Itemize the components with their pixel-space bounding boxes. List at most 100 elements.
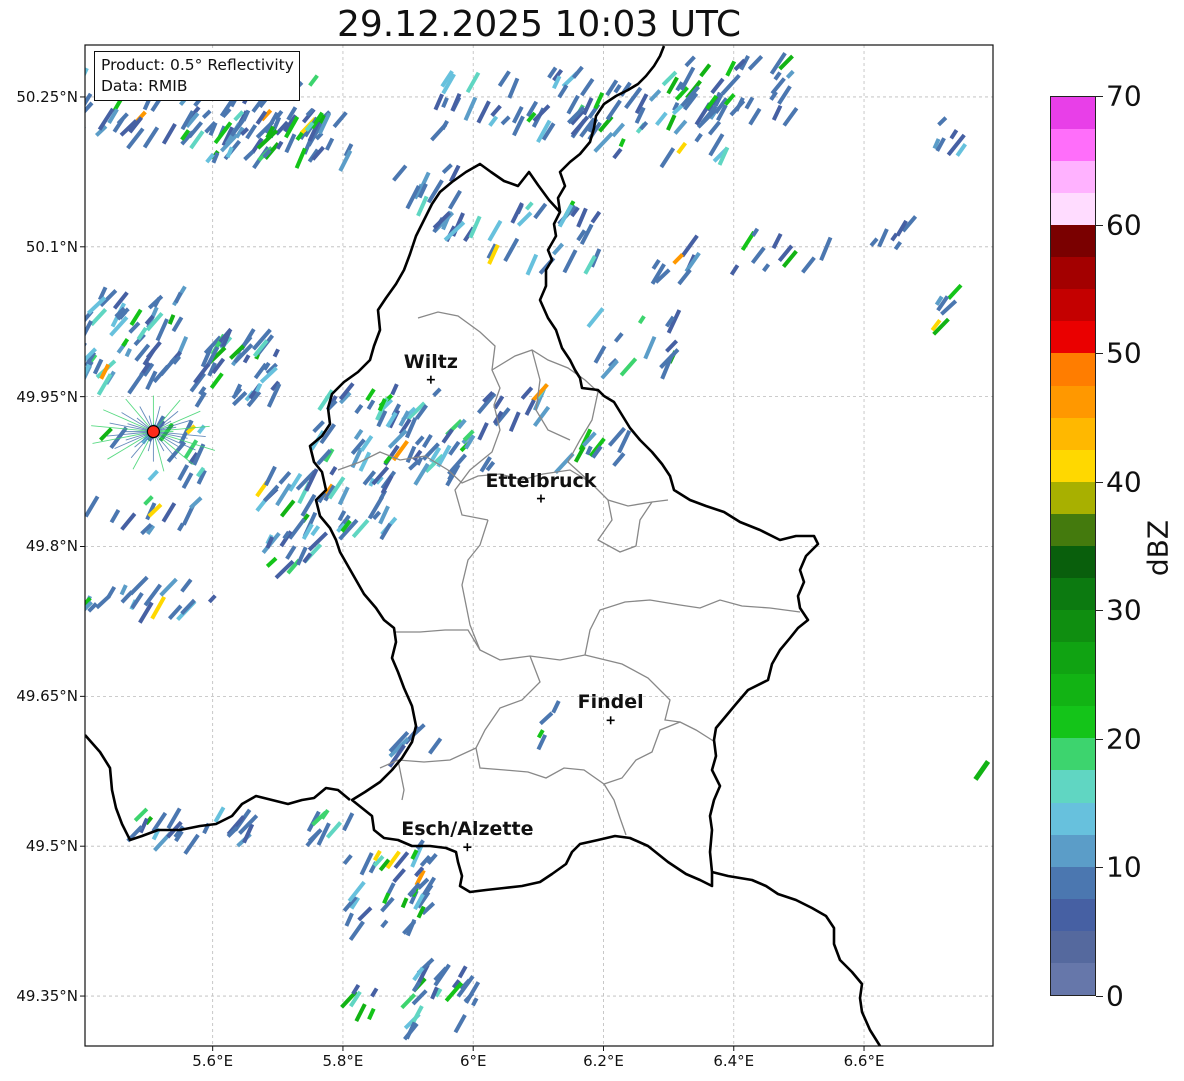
colorbar-segment <box>1051 513 1095 546</box>
colorbar-tick-label: 70 <box>1106 79 1142 113</box>
colorbar-segment <box>1051 930 1095 963</box>
echo-cell <box>893 240 902 251</box>
echo-cell <box>648 89 662 102</box>
echo-cell <box>342 854 353 866</box>
echo-cell <box>392 868 406 883</box>
echo-cell <box>477 422 489 441</box>
colorbar-segment <box>1051 962 1095 995</box>
colorbar-segment <box>1051 610 1095 643</box>
echo-cell <box>366 399 376 411</box>
echo-cell <box>70 287 79 299</box>
echo-cell <box>769 90 778 101</box>
echo-cell <box>405 445 417 464</box>
echo-cell <box>676 141 688 155</box>
echo-cell <box>571 65 584 79</box>
lat-tick-label: 49.95°N <box>16 387 78 406</box>
echo-cell <box>593 345 607 364</box>
echo-cell <box>729 264 740 276</box>
echo-cell <box>201 109 212 120</box>
colorbar-segment <box>1051 160 1095 194</box>
echo-cell <box>707 120 722 136</box>
echo-cell <box>56 132 74 151</box>
echo-cell <box>655 111 668 127</box>
canton-border-capellen <box>395 629 481 651</box>
echo-cell <box>379 522 392 541</box>
echo-cell <box>278 471 292 485</box>
echo-cell <box>773 71 782 81</box>
colorbar-tick-label: 0 <box>1106 979 1124 1013</box>
colorbar-segment <box>1051 96 1095 129</box>
echo-cell <box>159 577 178 597</box>
radar-map <box>56 44 994 1051</box>
echo-cell <box>539 711 554 726</box>
echo-cell <box>552 242 565 256</box>
echo-cell <box>877 228 889 248</box>
colorbar-tick <box>1096 738 1103 740</box>
echo-cell <box>155 318 169 342</box>
echo-cell <box>207 594 217 604</box>
echo-cell <box>428 737 443 755</box>
echo-cell <box>524 201 534 211</box>
lon-tick-label: 6.4°E <box>713 1052 755 1070</box>
echo-cell <box>264 465 277 487</box>
echo-cell <box>748 107 762 126</box>
echo-cell <box>973 760 991 781</box>
echo-cell <box>659 147 676 169</box>
echo-cell <box>365 388 376 402</box>
echo-cell <box>562 249 578 274</box>
echo-cell <box>747 54 764 71</box>
colorbar-tick <box>1096 481 1103 483</box>
city-label: Findel <box>577 691 644 714</box>
colorbar-segment <box>1051 449 1095 482</box>
echo-cell <box>209 372 224 390</box>
lat-tick-label: 49.35°N <box>16 987 78 1006</box>
echo-cell <box>525 253 539 276</box>
echo-cell <box>487 219 503 242</box>
echo-cell <box>147 469 159 482</box>
echo-cell <box>99 427 113 442</box>
echo-cell <box>167 314 176 325</box>
echo-cell <box>367 1007 376 1021</box>
echo-cell <box>819 236 833 262</box>
colorbar-segment <box>1051 834 1095 867</box>
colorbar-tick-label: 30 <box>1106 593 1142 627</box>
echo-cell <box>400 897 409 909</box>
echo-cell <box>159 356 177 377</box>
echo-cell <box>392 164 408 182</box>
colorbar-segment <box>1051 128 1095 161</box>
city-label: Ettelbruck <box>485 469 597 492</box>
canton-border-grevenmacher <box>597 499 653 553</box>
echo-cell <box>124 347 132 358</box>
colorbar-tick-label: 50 <box>1106 336 1142 370</box>
colorbar-segment <box>1051 417 1095 450</box>
echo-cell <box>342 812 355 832</box>
echo-cell <box>618 138 626 148</box>
echo-cell <box>580 78 595 97</box>
echo-cell <box>684 55 696 68</box>
colorbar-tick <box>1096 353 1103 355</box>
echo-cell <box>127 371 145 395</box>
echo-cell <box>586 307 605 328</box>
echo-cell <box>62 359 79 383</box>
echo-cell <box>672 253 684 265</box>
lat-tick-label: 50.25°N <box>16 87 78 106</box>
echo-cell <box>348 920 365 941</box>
echo-cell <box>183 833 200 855</box>
echo-cell <box>106 585 117 599</box>
echo-cell <box>441 428 454 444</box>
germany-france-border <box>711 870 882 1046</box>
echo-cell <box>243 149 255 161</box>
echo-cell <box>869 237 879 247</box>
map-title: 29.12.2025 10:03 UTC <box>336 4 742 45</box>
echo-cell <box>337 486 350 506</box>
colorbar-tick <box>1096 610 1103 612</box>
echo-cell <box>679 66 696 91</box>
echo-cell <box>161 502 177 523</box>
colorbar-segment <box>1051 866 1095 899</box>
echo-cell <box>390 383 399 396</box>
echo-cell <box>380 919 389 929</box>
echo-cell <box>272 348 280 358</box>
echo-cell <box>947 283 963 301</box>
echo-cell <box>949 129 959 140</box>
echo-cell <box>285 545 297 560</box>
